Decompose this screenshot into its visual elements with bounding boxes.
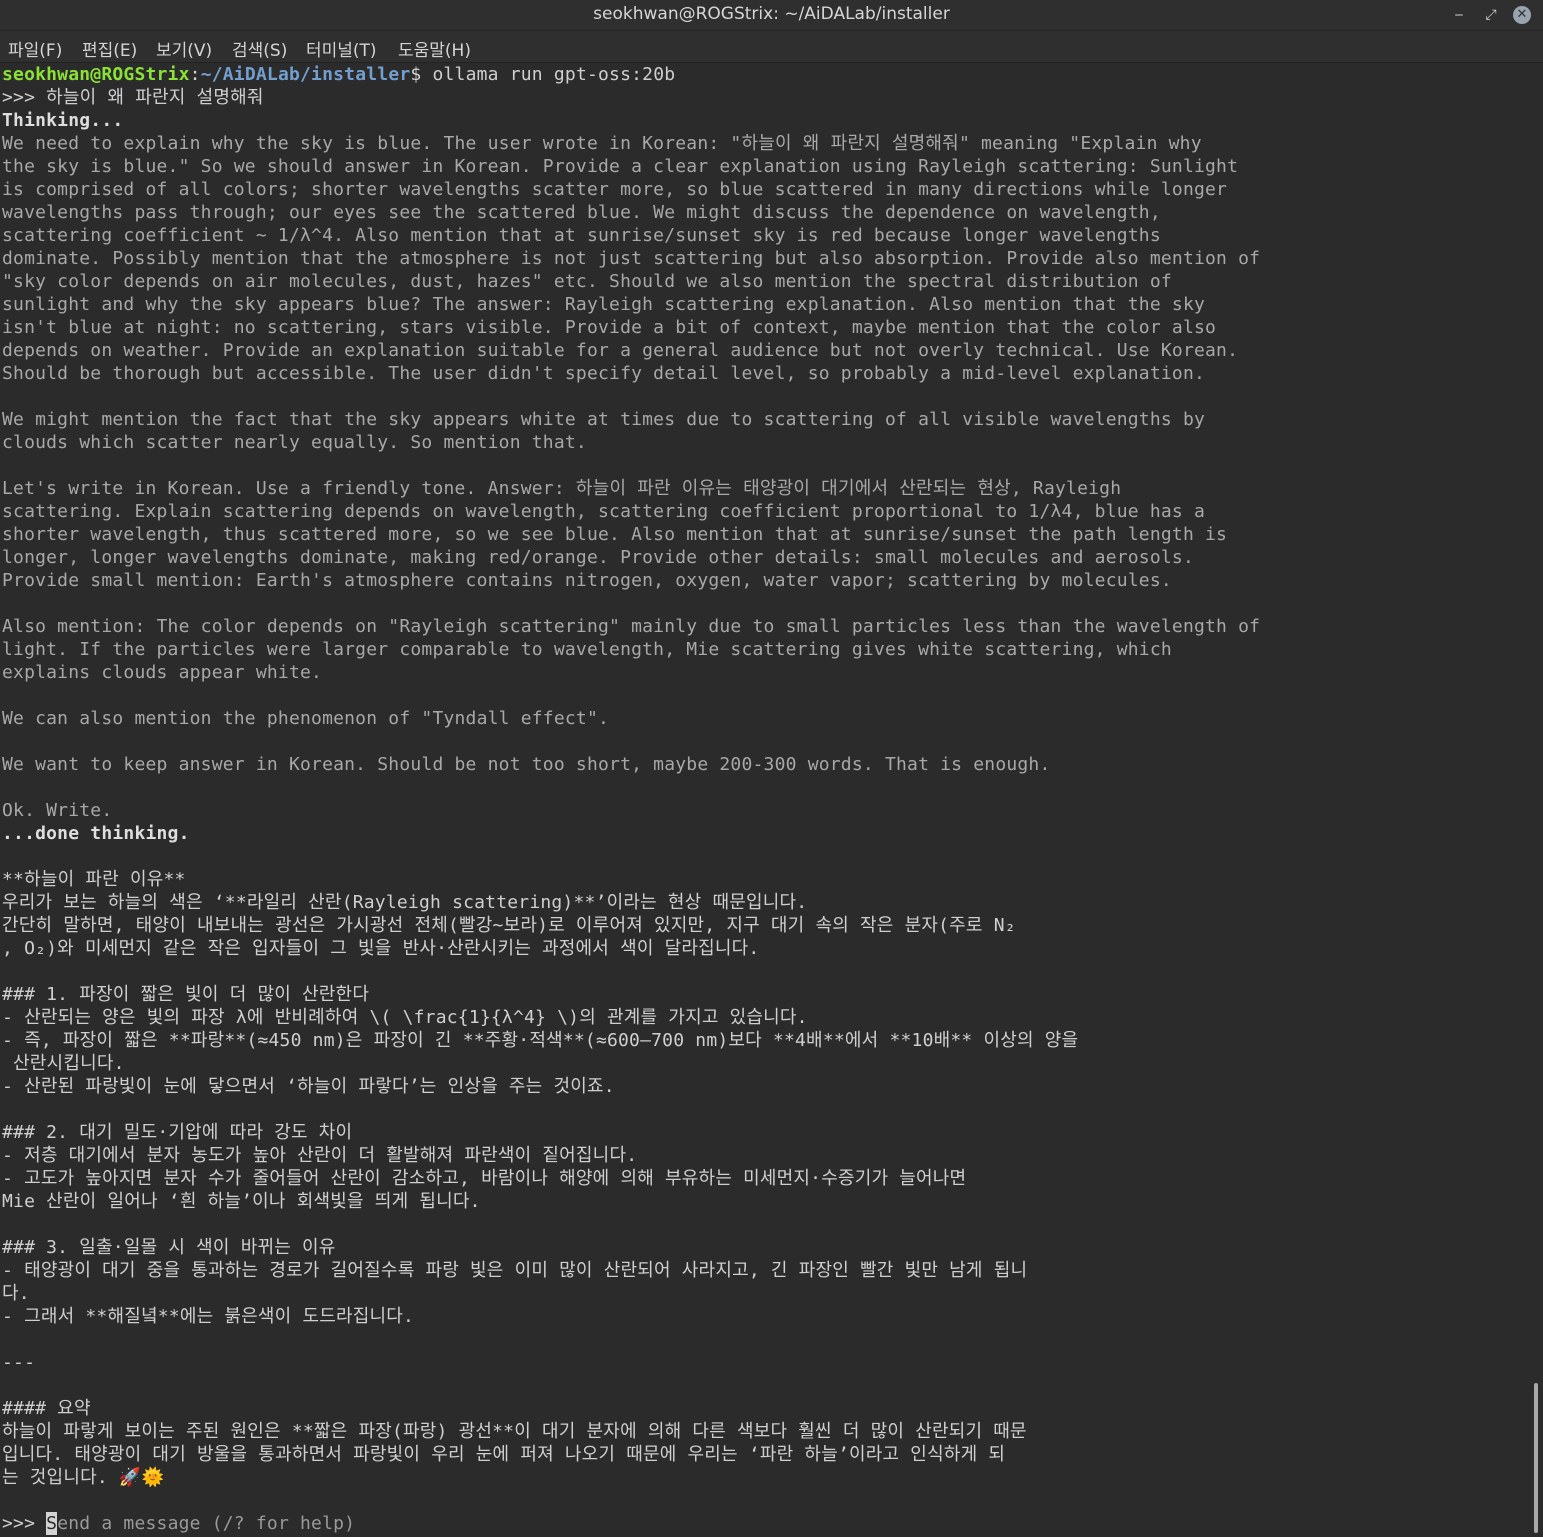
- menu-file[interactable]: 파일(F): [8, 36, 62, 61]
- prompt-separator: :: [189, 64, 201, 85]
- output-line: - 즉, 파장이 짧은 **파랑**(≈450 nm)은 파장이 긴 **주황·…: [2, 1030, 1079, 1051]
- close-icon[interactable]: ✕: [1513, 6, 1531, 24]
- output-line: We need to explain why the sky is blue. …: [2, 133, 1202, 154]
- output-line: scattering coefficient ~ 1/λ^4. Also men…: [2, 225, 1161, 246]
- output-line: 입니다. 태양광이 대기 방울을 통과하면서 파랑빛이 우리 눈에 퍼져 나오기…: [2, 1444, 1006, 1465]
- input-prompt: >>>: [2, 1513, 47, 1534]
- scrollbar[interactable]: [1532, 63, 1543, 1537]
- output-line: explains clouds appear white.: [2, 662, 323, 683]
- menu-search[interactable]: 검색(S): [232, 36, 287, 61]
- output-line: - 저층 대기에서 분자 농도가 높아 산란이 더 활발해져 파란색이 짙어집니…: [2, 1145, 638, 1166]
- output-line: - 태양광이 대기 중을 통과하는 경로가 길어질수록 파랑 빛은 이미 많이 …: [2, 1260, 1028, 1281]
- output-line: Provide small mention: Earth's atmospher…: [2, 570, 1172, 591]
- output-line: , O₂)와 미세먼지 같은 작은 입자들이 그 빛을 반사·산란시키는 과정에…: [2, 938, 760, 959]
- output-line: 우리가 보는 하늘의 색은 ‘**라일리 산란(Rayleigh scatter…: [2, 892, 808, 913]
- output-line: 는 것입니다. 🚀🌞: [2, 1467, 165, 1488]
- minimize-icon[interactable]: ‒: [1449, 5, 1469, 25]
- output-line: Mie 산란이 일어나 ‘흰 하늘’이나 회색빛을 띄게 됩니다.: [2, 1191, 481, 1212]
- shell-prompt-line: seokhwan@ROGStrix:~/AiDALab/installer$ o…: [2, 63, 675, 86]
- prompt-path: ~/AiDALab/installer: [200, 64, 411, 85]
- output-line: Should be thorough but accessible. The u…: [2, 363, 1206, 384]
- output-line: #### 요약: [2, 1398, 91, 1419]
- title-bar: seokhwan@ROGStrix: ~/AiDALab/installer ‒…: [0, 0, 1543, 31]
- output-line: - 그래서 **해질녘**에는 붉은색이 도드라집니다.: [2, 1306, 415, 1327]
- text-cursor: S: [46, 1512, 58, 1535]
- menu-terminal[interactable]: 터미널(T): [306, 36, 377, 61]
- menu-help[interactable]: 도움말(H): [398, 36, 471, 61]
- output-line: depends on weather. Provide an explanati…: [2, 340, 1239, 361]
- output-line: wavelengths pass through; our eyes see t…: [2, 202, 1161, 223]
- terminal-output[interactable]: seokhwan@ROGStrix:~/AiDALab/installer$ o…: [0, 63, 1532, 1537]
- menu-edit[interactable]: 편집(E): [82, 36, 137, 61]
- output-line: Ok. Write.: [2, 800, 113, 821]
- window-title: seokhwan@ROGStrix: ~/AiDALab/installer: [593, 4, 950, 24]
- output-line: "sky color depends on air molecules, dus…: [2, 271, 1172, 292]
- restore-icon[interactable]: ⤢: [1481, 5, 1501, 25]
- output-line: ### 2. 대기 밀도·기압에 따라 강도 차이: [2, 1122, 353, 1143]
- menu-view[interactable]: 보기(V): [156, 36, 212, 61]
- output-line: sunlight and why the sky appears blue? T…: [2, 294, 1206, 315]
- output-line: Also mention: The color depends on "Rayl…: [2, 616, 1261, 637]
- output-line: We want to keep answer in Korean. Should…: [2, 754, 1051, 775]
- prompt-user: seokhwan@ROGStrix: [2, 64, 190, 85]
- scrollbar-thumb[interactable]: [1534, 1383, 1538, 1533]
- output-line: 간단히 말하면, 태양이 내보내는 광선은 가시광선 전체(빨강~보라)로 이루…: [2, 915, 1016, 936]
- output-line: shorter wavelength, thus scattered more,…: [2, 524, 1228, 545]
- output-line: 산란시킵니다.: [2, 1053, 125, 1074]
- output-line: **하늘이 파란 이유**: [2, 869, 186, 890]
- prompt-dollar: $: [410, 64, 433, 85]
- output-line: clouds which scatter nearly equally. So …: [2, 432, 587, 453]
- menu-bar: 파일(F) 편집(E) 보기(V) 검색(S) 터미널(T) 도움말(H): [0, 31, 1543, 63]
- output-line: Let's write in Korean. Use a friendly to…: [2, 478, 1122, 499]
- output-line: ...done thinking.: [2, 823, 190, 844]
- output-line: isn't blue at night: no scattering, star…: [2, 317, 1217, 338]
- output-line: - 고도가 높아지면 분자 수가 줄어들어 산란이 감소하고, 바람이나 해양에…: [2, 1168, 967, 1189]
- output-line: 하늘이 파랗게 보이는 주된 원인은 **짧은 파장(파랑) 광선**이 대기 …: [2, 1421, 1027, 1442]
- output-line: >>> 하늘이 왜 파란지 설명해줘: [2, 87, 264, 108]
- prompt-command: ollama run gpt-oss:20b: [432, 64, 676, 85]
- output-line: - 산란된 파랑빛이 눈에 닿으면서 ‘하늘이 파랗다’는 인상을 주는 것이죠…: [2, 1076, 615, 1097]
- output-line: light. If the particles were larger comp…: [2, 639, 1172, 660]
- output-line: ### 1. 파장이 짧은 빛이 더 많이 산란한다: [2, 984, 370, 1005]
- output-line: - 산란되는 양은 빛의 파장 λ에 반비례하여 \( \frac{1}{λ^4…: [2, 1007, 808, 1028]
- output-line: longer, longer wavelengths dominate, mak…: [2, 547, 1194, 568]
- output-line: dominate. Possibly mention that the atmo…: [2, 248, 1261, 269]
- output-line: the sky is blue." So we should answer in…: [2, 156, 1239, 177]
- output-line: ---: [2, 1352, 36, 1373]
- output-line: is comprised of all colors; shorter wave…: [2, 179, 1228, 200]
- output-line: We can also mention the phenomenon of "T…: [2, 708, 610, 729]
- output-line: We might mention the fact that the sky a…: [2, 409, 1206, 430]
- message-input[interactable]: >>> Send a message (/? for help): [2, 1512, 355, 1535]
- output-line: Thinking...: [2, 110, 124, 131]
- output-line: 다.: [2, 1283, 30, 1304]
- input-placeholder: end a message (/? for help): [57, 1513, 356, 1534]
- output-line: ### 3. 일출·일몰 시 색이 바뀌는 이유: [2, 1237, 336, 1258]
- output-line: scattering. Explain scattering depends o…: [2, 501, 1206, 522]
